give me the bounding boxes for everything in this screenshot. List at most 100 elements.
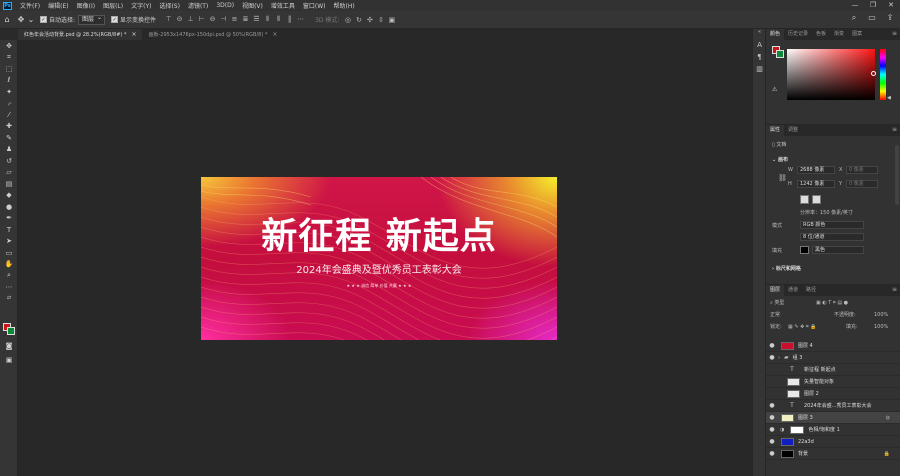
align-left-icon[interactable]: ⊢ (197, 15, 206, 24)
gamut-warning-icon[interactable]: ⚠ (772, 86, 777, 93)
eye-icon[interactable]: ● (766, 354, 778, 361)
paragraph-panel-icon[interactable]: ¶ (753, 53, 766, 65)
more-options-icon[interactable]: ⋯ (296, 15, 305, 24)
tab-patterns[interactable]: 图案 (848, 29, 866, 40)
properties-scrollbar[interactable] (895, 145, 899, 205)
3d-roll-icon[interactable]: ↻ (354, 16, 363, 24)
layer-row[interactable]: 图层 2 (766, 388, 900, 400)
layer-row[interactable]: ● ◑ 色相/饱和度 1 (766, 424, 900, 436)
3d-pan-icon[interactable]: ✣ (365, 16, 374, 24)
panel-menu-icon[interactable]: ≡ (892, 126, 897, 133)
restore-button[interactable]: ❐ (864, 0, 882, 11)
character-panel-icon[interactable]: A (753, 41, 766, 53)
chevron-right-icon[interactable]: › (778, 355, 782, 361)
distribute-left-icon[interactable]: ⦀ (263, 15, 272, 24)
link-icon[interactable]: ⛓ (778, 174, 787, 182)
fill-field[interactable]: 100% (874, 322, 888, 332)
background-color-swatch[interactable] (776, 50, 784, 58)
close-button[interactable]: ✕ (882, 0, 900, 11)
canvas-artwork[interactable]: 新征程 新起点 2024年会盛典及暨优秀员工表彰大会 ★ ★ ★ 诚信 简单 价… (201, 177, 557, 340)
clone-stamp-icon[interactable]: ♟ (0, 144, 18, 156)
tab-document-2[interactable]: 画板-2953x1476px-150dpi.psd @ 50%(RGB/8) *… (142, 29, 283, 40)
fill-dropdown[interactable]: 黑色 (812, 246, 864, 254)
crop-tool-icon[interactable]: ⌌ (0, 98, 18, 110)
eyedropper-icon[interactable]: ⁄ (0, 109, 18, 121)
screen-mode-icon[interactable]: ▣ (0, 354, 18, 366)
rulers-section-header[interactable]: › 标尺和网格 (772, 265, 801, 272)
rectangle-tool-icon[interactable]: ▭ (0, 247, 18, 259)
collapse-icon[interactable]: « (753, 29, 766, 41)
layer-row[interactable]: ● 图层 3 ◍ (766, 412, 900, 424)
tab-channels[interactable]: 通道 (784, 285, 802, 296)
share-icon[interactable]: ⇪ (884, 13, 896, 25)
tab-swatches[interactable]: 色板 (812, 29, 830, 40)
quick-mask-icon[interactable]: ◙ (0, 340, 18, 352)
close-icon[interactable]: × (131, 31, 136, 38)
layer-row[interactable]: ● 背景 🔒 (766, 448, 900, 460)
eye-icon[interactable]: ● (766, 426, 778, 433)
show-transform-checkbox[interactable]: ✓ (111, 16, 119, 23)
tab-gradients[interactable]: 渐变 (830, 29, 848, 40)
align-right-icon[interactable]: ⊣ (219, 15, 228, 24)
auto-select-dropdown[interactable]: 图层 (78, 14, 106, 25)
auto-select-checkbox[interactable]: ✓ (40, 16, 47, 23)
layer-row[interactable]: ● 图层 4 (766, 340, 900, 352)
align-hcenter-icon[interactable]: ⊖ (208, 15, 217, 24)
distribute-bottom-icon[interactable]: ☰ (252, 15, 261, 24)
menu-help[interactable]: 帮助(H) (330, 1, 359, 10)
3d-slide-icon[interactable]: ⇳ (376, 16, 385, 24)
eye-icon[interactable]: ● (766, 438, 778, 445)
align-bottom-icon[interactable]: ⊥ (186, 15, 195, 24)
bit-depth-dropdown[interactable]: 8 位/通道 (800, 233, 864, 241)
3d-rotate-icon[interactable]: ◎ (343, 16, 352, 24)
opacity-field[interactable]: 100% (874, 310, 888, 320)
workspace-icon[interactable]: ▭ (866, 13, 878, 25)
background-color-swatch[interactable] (7, 327, 15, 335)
eye-icon[interactable]: ● (766, 450, 778, 457)
artboard-tool-icon[interactable]: ⌗ (0, 52, 18, 64)
chevron-down-icon[interactable]: ⌄ (28, 13, 35, 27)
align-vcenter-icon[interactable]: ⊝ (175, 15, 184, 24)
distribute-hcenter-icon[interactable]: ⫴ (274, 15, 283, 24)
pen-tool-icon[interactable]: ✒ (0, 213, 18, 225)
tab-adjustments[interactable]: 调整 (784, 125, 802, 136)
minimize-button[interactable]: — (846, 0, 864, 11)
distribute-vcenter-icon[interactable]: ≣ (241, 15, 250, 24)
blend-mode-dropdown[interactable]: 正常 (770, 310, 780, 320)
menu-image[interactable]: 图像(I) (73, 1, 99, 10)
filter-kind-dropdown[interactable]: ⌕ 类型 (770, 298, 784, 308)
3d-scale-icon[interactable]: ▣ (387, 16, 396, 24)
history-brush-icon[interactable]: ↺ (0, 155, 18, 167)
hue-slider-handle[interactable]: ◀ (887, 95, 891, 101)
color-picker-field[interactable] (787, 49, 875, 100)
more-tools-icon[interactable]: ⋯ (0, 282, 18, 294)
lock-icons[interactable]: ▦ ✎ ✥ ⌗ 🔒 (788, 322, 817, 332)
glyphs-panel-icon[interactable]: ▥ (753, 65, 766, 77)
menu-window[interactable]: 窗口(W) (299, 1, 330, 10)
tab-properties[interactable]: 属性 (766, 125, 785, 136)
zoom-tool-icon[interactable]: ⌕ (0, 270, 18, 282)
move-tool-icon[interactable]: ✥ (0, 40, 18, 52)
panel-menu-icon[interactable]: ≡ (892, 30, 897, 37)
tab-color[interactable]: 颜色 (766, 29, 785, 40)
menu-view[interactable]: 视图(V) (238, 1, 267, 10)
menu-filter[interactable]: 滤镜(T) (184, 1, 212, 10)
menu-edit[interactable]: 编辑(E) (44, 1, 72, 10)
path-select-icon[interactable]: ➤ (0, 236, 18, 248)
canvas-section-header[interactable]: ⌄ 画布 (772, 156, 788, 163)
tab-document-1[interactable]: 红色年会活动背景.psd @ 28.2%(RGB/8#) * × (18, 29, 143, 40)
brush-tool-icon[interactable]: ✎ (0, 132, 18, 144)
tab-paths[interactable]: 路径 (802, 285, 820, 296)
x-field[interactable]: 0 像素 (846, 166, 878, 174)
filter-icons[interactable]: ▣ ◐ T ⌗ ▤ ● (816, 298, 848, 308)
eraser-icon[interactable]: ▱ (0, 167, 18, 179)
lasso-tool-icon[interactable]: ℓ (0, 75, 18, 87)
mode-dropdown[interactable]: RGB 颜色 (800, 221, 864, 229)
menu-type[interactable]: 文字(Y) (127, 1, 155, 10)
close-icon[interactable]: × (272, 31, 277, 38)
menu-plugins[interactable]: 增效工具 (267, 1, 299, 10)
healing-brush-icon[interactable]: ✚ (0, 121, 18, 133)
menu-file[interactable]: 文件(F) (16, 1, 44, 10)
menu-3d[interactable]: 3D(D) (212, 2, 238, 9)
panel-menu-icon[interactable]: ≡ (892, 286, 897, 293)
